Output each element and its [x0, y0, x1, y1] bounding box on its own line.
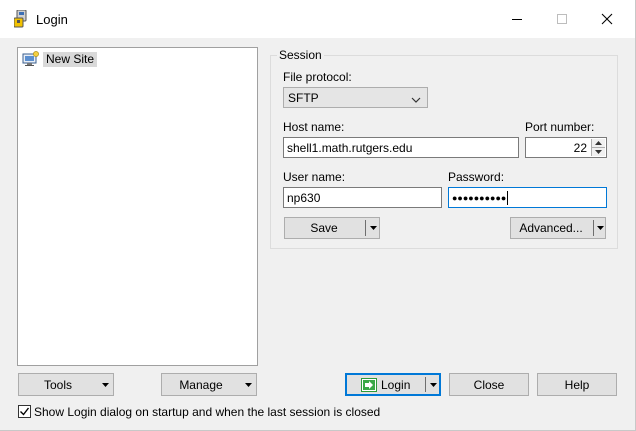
arrow-up-icon: [595, 141, 602, 145]
manage-dropdown-arrow: [242, 374, 254, 395]
help-button-label: Help: [564, 377, 590, 392]
manage-button[interactable]: Manage: [161, 373, 257, 396]
advanced-button-label: Advanced...: [519, 221, 583, 235]
port-number-label: Port number:: [525, 120, 595, 134]
advanced-dropdown-arrow[interactable]: [595, 218, 606, 238]
close-button-label: Close: [473, 377, 505, 392]
close-icon: [601, 13, 613, 25]
password-input[interactable]: ●●●●●●●●●●: [448, 187, 607, 208]
checkmark-icon: [20, 407, 30, 416]
help-button[interactable]: Help: [537, 373, 617, 396]
host-name-input[interactable]: shell1.math.rutgers.edu: [283, 137, 519, 158]
window-title: Login: [36, 12, 68, 27]
split-separator: [593, 220, 594, 236]
site-item-new-site[interactable]: New Site: [22, 51, 98, 67]
file-protocol-value: SFTP: [288, 90, 319, 105]
tools-dropdown-arrow: [99, 374, 111, 395]
file-protocol-label: File protocol:: [283, 70, 352, 84]
close-window-button[interactable]: [584, 0, 630, 38]
split-separator: [365, 220, 366, 236]
minimize-icon: [512, 19, 522, 20]
port-number-stepper[interactable]: 22: [525, 137, 607, 158]
dropdown-arrow-icon: [429, 382, 437, 387]
advanced-button[interactable]: Advanced...: [510, 217, 606, 239]
dropdown-arrow-icon: [597, 226, 604, 230]
password-masked-value: ●●●●●●●●●●: [452, 192, 507, 203]
maximize-button[interactable]: [539, 0, 585, 38]
show-login-label[interactable]: Show Login dialog on startup and when th…: [34, 405, 380, 419]
host-name-value: shell1.math.rutgers.edu: [287, 140, 413, 155]
save-dropdown-arrow[interactable]: [367, 218, 379, 238]
save-button[interactable]: Save: [284, 217, 380, 239]
login-button[interactable]: Login: [345, 373, 441, 396]
tools-button[interactable]: Tools: [18, 373, 114, 396]
login-icon: [361, 378, 377, 395]
maximize-icon: [557, 14, 567, 24]
port-number-value: 22: [573, 141, 587, 155]
dropdown-arrow-icon: [369, 226, 377, 230]
login-dropdown-arrow[interactable]: [427, 375, 439, 394]
dropdown-arrow-icon: [101, 382, 109, 387]
chevron-down-icon: [411, 93, 421, 107]
dropdown-arrow-icon: [244, 382, 252, 387]
winscp-app-icon: [13, 9, 30, 28]
text-caret: [507, 190, 509, 205]
arrow-down-icon: [595, 149, 602, 154]
close-button[interactable]: Close: [449, 373, 529, 396]
login-button-label: Login: [381, 378, 411, 392]
host-name-label: Host name:: [283, 120, 345, 134]
session-group-label: Session: [277, 48, 324, 62]
manage-button-label: Manage: [179, 377, 223, 392]
tools-button-label: Tools: [43, 377, 72, 392]
show-login-checkbox[interactable]: [18, 405, 31, 418]
user-name-value: np630: [287, 190, 321, 205]
split-separator: [425, 377, 426, 392]
minimize-button[interactable]: [494, 0, 540, 38]
new-site-computer-icon: [22, 51, 40, 67]
save-button-label: Save: [310, 221, 338, 235]
site-tree[interactable]: New Site: [17, 47, 258, 366]
file-protocol-select[interactable]: SFTP: [283, 87, 428, 108]
site-item-label: New Site: [43, 51, 98, 67]
port-decrement-button[interactable]: [592, 147, 605, 155]
user-name-input[interactable]: np630: [283, 187, 442, 208]
port-increment-button[interactable]: [592, 139, 605, 147]
password-label: Password:: [448, 170, 505, 184]
user-name-label: User name:: [283, 170, 346, 184]
